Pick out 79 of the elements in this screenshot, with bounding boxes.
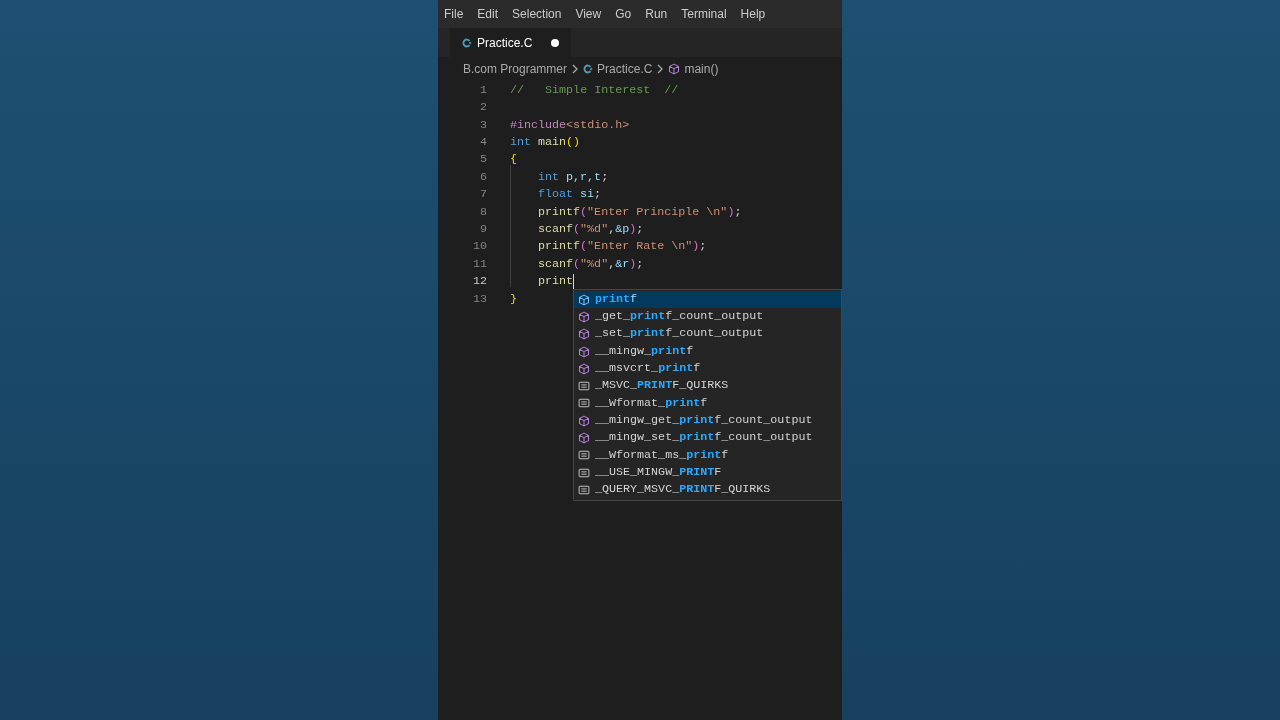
c-file-icon <box>462 37 472 48</box>
code-line: int main() <box>510 134 581 152</box>
menu-item[interactable]: Run <box>645 5 668 23</box>
line-number: 9 <box>479 221 487 239</box>
code-line: int p,r,t; <box>538 168 609 186</box>
line-number: 10 <box>471 238 487 256</box>
suggestion-label: __mingw_printf <box>595 342 694 360</box>
code-line: // Simple Interest // <box>510 81 679 99</box>
suggestion-label: _get_printf_count_output <box>595 308 764 326</box>
tab-label: Practice.C <box>477 34 533 52</box>
cube-icon <box>578 328 590 341</box>
constant-icon <box>578 397 590 410</box>
suggestion-item[interactable]: __mingw_printf <box>574 342 841 361</box>
suggestion-item[interactable]: _MSVC_PRINTF_QUIRKS <box>574 377 841 395</box>
suggestion-item[interactable]: printf <box>574 291 841 309</box>
suggestion-label: __Wformat_ms_printf <box>595 446 729 464</box>
constant-icon <box>578 449 590 462</box>
line-number: 6 <box>479 168 487 186</box>
code-line: scanf("%d",&p); <box>538 221 644 239</box>
constant-icon <box>578 380 590 393</box>
code-line: float si; <box>538 186 602 204</box>
constant-icon <box>578 483 590 496</box>
menu-item[interactable]: Selection <box>512 5 562 23</box>
editor-tab[interactable]: Practice.C <box>450 28 572 57</box>
cube-icon <box>578 345 590 358</box>
line-number: 13 <box>471 290 487 308</box>
suggestion-item[interactable]: __Wformat_printf <box>574 394 841 413</box>
suggestion-item[interactable]: __mingw_set_printf_count_output <box>574 429 841 447</box>
menu-item[interactable]: Terminal <box>681 5 727 23</box>
code-line: print <box>538 273 574 291</box>
suggestion-item[interactable]: __msvcrt_printf <box>574 360 841 378</box>
menu-item[interactable]: File <box>444 5 464 23</box>
suggestion-label: _QUERY_MSVC_PRINTF_QUIRKS <box>595 481 771 499</box>
c-file-icon <box>583 64 594 74</box>
menu-item[interactable]: Help <box>740 5 766 23</box>
code-line: printf("Enter Principle \n"); <box>538 203 742 221</box>
line-number: 7 <box>479 186 487 204</box>
suggestion-item[interactable]: __Wformat_ms_printf <box>574 446 841 464</box>
suggestion-label: __msvcrt_printf <box>595 360 701 378</box>
suggestion-item[interactable]: _QUERY_MSVC_PRINTF_QUIRKS <box>574 481 841 499</box>
breadcrumb-item[interactable]: Practice.C <box>597 60 653 78</box>
cube-icon <box>578 362 590 375</box>
chevron-icon <box>571 64 580 74</box>
code-line: printf("Enter Rate \n"); <box>538 238 707 256</box>
chevron-icon <box>656 64 665 74</box>
line-number: 2 <box>479 99 487 117</box>
suggestion-label: _set_printf_count_output <box>595 325 764 343</box>
line-number: 11 <box>471 255 487 273</box>
suggestion-label: __Wformat_printf <box>595 394 708 412</box>
code-line: #include<stdio.h> <box>510 116 630 134</box>
code-line: { <box>510 151 517 169</box>
breadcrumb-item[interactable]: B.com Programmer <box>463 60 568 78</box>
breadcrumb-item[interactable]: main() <box>684 60 719 78</box>
cube-icon <box>578 310 590 323</box>
line-number: 3 <box>479 116 487 134</box>
suggestion-label: _MSVC_PRINTF_QUIRKS <box>595 377 729 395</box>
suggestion-item[interactable]: _get_printf_count_output <box>574 308 841 326</box>
line-number: 8 <box>479 203 487 221</box>
suggestion-label: __USE_MINGW_PRINTF <box>595 463 722 481</box>
suggestion-label: __mingw_get_printf_count_output <box>595 411 813 429</box>
menu-item[interactable]: Go <box>615 5 632 23</box>
line-number: 1 <box>479 81 487 99</box>
suggestion-item[interactable]: __USE_MINGW_PRINTF <box>574 463 841 482</box>
constant-icon <box>578 466 590 479</box>
line-number: 12 <box>471 273 487 291</box>
suggestion-label: printf <box>595 290 638 308</box>
menu-item[interactable]: Edit <box>477 5 499 23</box>
line-number: 4 <box>479 134 487 152</box>
line-number: 5 <box>479 151 487 169</box>
menu-item[interactable]: View <box>575 5 602 23</box>
suggestion-item[interactable]: __mingw_get_printf_count_output <box>574 412 841 430</box>
suggestion-label: __mingw_set_printf_count_output <box>595 429 813 447</box>
cube-icon <box>578 432 590 444</box>
code-line: } <box>510 290 517 308</box>
cube-icon <box>578 414 590 427</box>
cube-icon <box>668 63 681 75</box>
cube-icon <box>578 293 590 306</box>
code-line: scanf("%d",&r); <box>538 255 644 273</box>
suggestion-item[interactable]: _set_printf_count_output <box>574 325 841 343</box>
